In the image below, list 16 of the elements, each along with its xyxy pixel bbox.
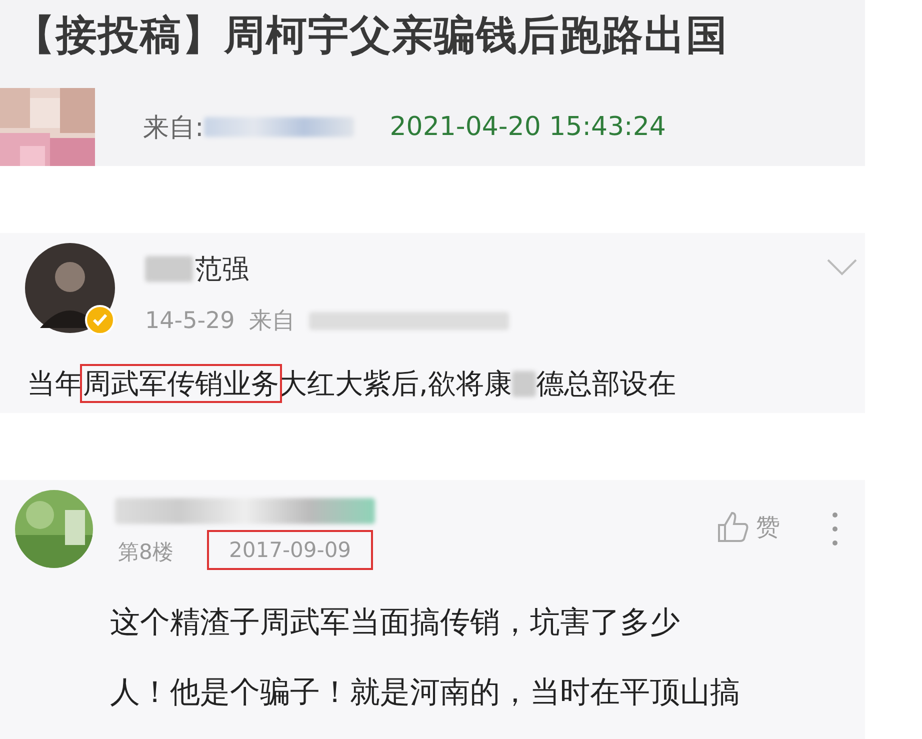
blurred-text: [512, 371, 536, 397]
user-name: 范强: [195, 253, 249, 287]
chevron-down-icon[interactable]: [826, 257, 858, 277]
comment-text: 人！他是个骗子！就是河南的，当时在平顶山搞: [110, 674, 740, 712]
post-text: 当年周武军传销业务大红大紫后,欲将康: [27, 365, 512, 403]
floor-number: 第8楼: [118, 539, 174, 566]
source-label: 来自:: [143, 112, 204, 144]
comment-date: 2017-09-09: [207, 530, 374, 570]
comment-text: 这个精渣子周武军当面搞传销，坑害了多少: [110, 604, 681, 642]
source-label: 来自: [248, 307, 295, 336]
post-text: 德总部设在: [536, 366, 676, 402]
like-button[interactable]: 赞: [716, 510, 780, 544]
article-title: 【接投稿】周柯宇父亲骗钱后跑路出国: [13, 10, 729, 61]
post-date: 2021-04-20 15:43:24: [390, 112, 666, 142]
post-date: 14-5-29: [145, 308, 235, 334]
blurred-name: [145, 256, 193, 282]
